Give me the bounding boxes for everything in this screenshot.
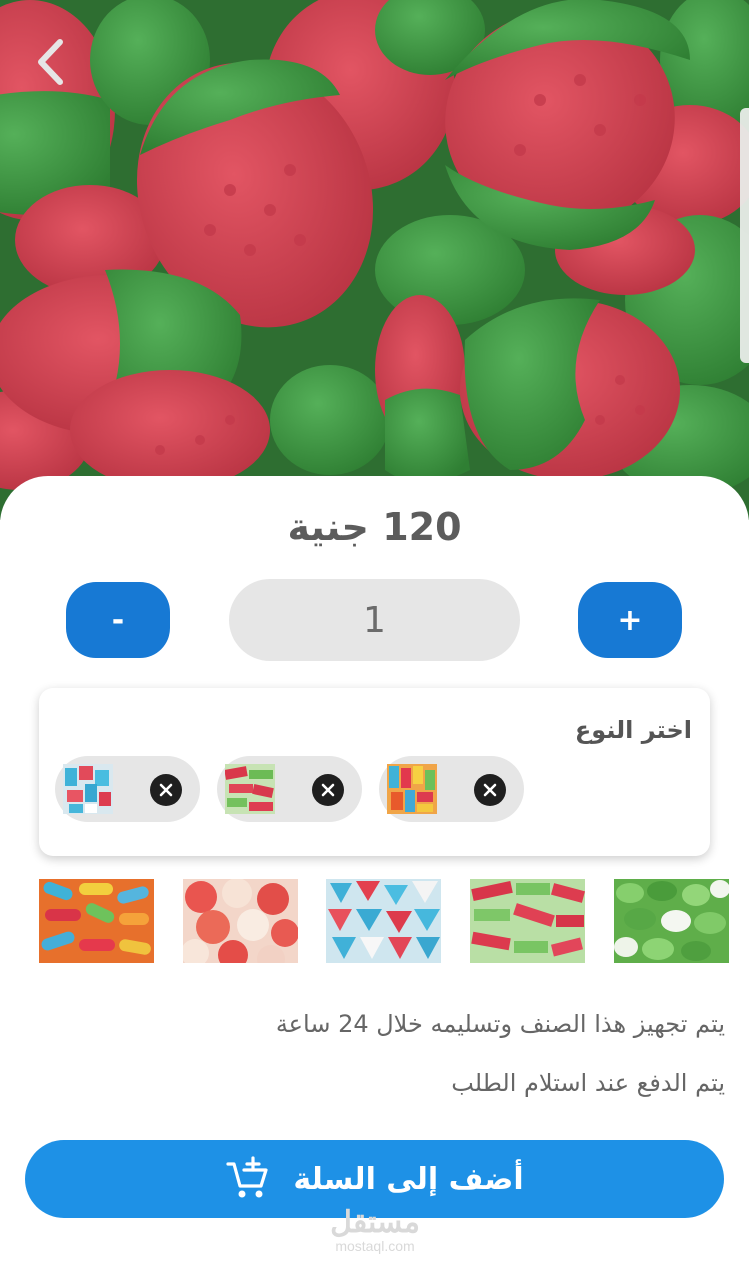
gallery-item-blue-hearts[interactable] [326, 879, 441, 963]
decrement-label: - [111, 602, 125, 638]
mixed-gummies-thumbnail [387, 764, 437, 814]
add-to-cart-label: أضف إلى السلة [293, 1161, 524, 1197]
watermelon-gummies-thumbnail [225, 764, 275, 814]
remove-chip-button[interactable] [312, 774, 344, 806]
close-icon [483, 783, 497, 797]
price-currency: جنية [287, 505, 369, 549]
price-amount: 120 [382, 505, 462, 549]
page-scrollbar[interactable] [740, 108, 749, 363]
selected-type-chip-blue-red[interactable] [55, 756, 200, 822]
blue-red-gummies-thumbnail [63, 764, 113, 814]
decrement-button[interactable]: - [66, 582, 170, 658]
close-icon [321, 783, 335, 797]
watermark-latin: mostaql.com [335, 1238, 415, 1254]
increment-label: + [617, 602, 643, 638]
watermark-logo: مستقل mostaql.com [300, 1206, 450, 1255]
payment-info: يتم الدفع عند استلام الطلب [451, 1069, 725, 1097]
delivery-info: يتم تجهيز هذا الصنف وتسليمه خلال 24 ساعة [275, 1010, 725, 1038]
add-cart-icon [226, 1156, 268, 1198]
chevron-left-icon [38, 39, 63, 85]
back-button[interactable] [22, 30, 78, 94]
product-hero-image [0, 0, 749, 520]
close-icon [159, 783, 173, 797]
price-label: 120 جنية [0, 505, 749, 549]
watermark-arabic: مستقل [330, 1206, 420, 1239]
increment-button[interactable]: + [578, 582, 682, 658]
gallery-item-watermelon-sticks[interactable] [470, 879, 585, 963]
type-selector-title: اختر النوع [574, 716, 692, 744]
type-selector-card: اختر النوع [39, 688, 710, 856]
gallery-item-peach-rings[interactable] [183, 879, 298, 963]
remove-chip-button[interactable] [150, 774, 182, 806]
quantity-value: 1 [363, 599, 386, 641]
selected-type-chip-watermelon[interactable] [217, 756, 362, 822]
selected-type-chip-mixed[interactable] [379, 756, 524, 822]
gallery-item-colorful-worms[interactable] [39, 879, 154, 963]
gallery-item-green-leaf[interactable] [614, 879, 729, 963]
remove-chip-button[interactable] [474, 774, 506, 806]
quantity-field[interactable]: 1 [229, 579, 520, 661]
